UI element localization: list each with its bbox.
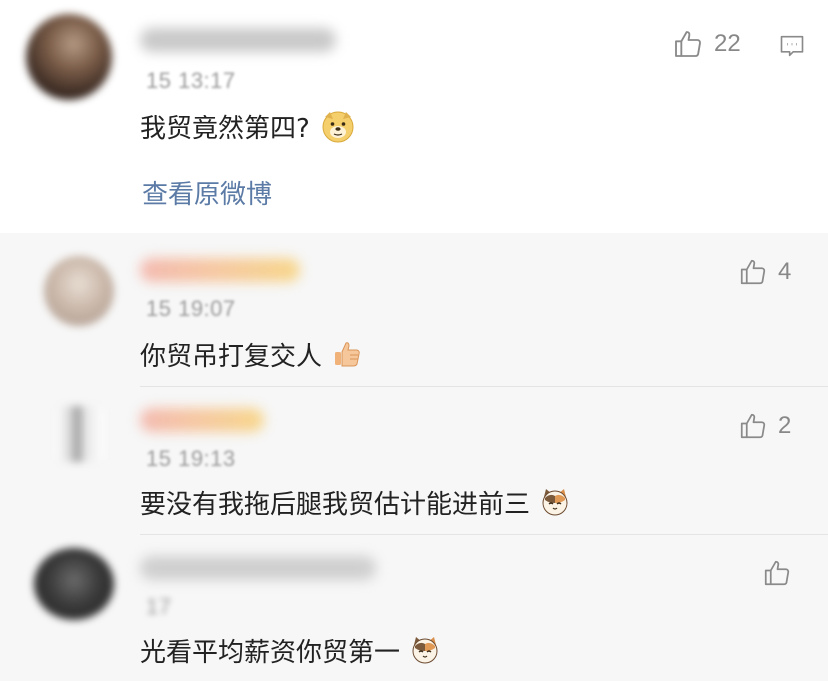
username-blurred[interactable] bbox=[140, 28, 336, 52]
comment-text-content: 我贸竟然第四? bbox=[140, 114, 310, 144]
thumbs-up-icon bbox=[764, 560, 790, 586]
comment-button[interactable] bbox=[778, 32, 806, 64]
thumbs-up-emoji-icon bbox=[332, 339, 362, 376]
reply-text-content: 要没有我拖后腿我贸估计能进前三 bbox=[140, 490, 531, 520]
cat-emoji-icon bbox=[410, 635, 440, 672]
replies-section bbox=[0, 233, 828, 681]
reply-text-content: 光看平均薪资你贸第一 bbox=[140, 638, 401, 668]
username-blurred[interactable] bbox=[140, 408, 264, 432]
thumbs-up-icon bbox=[740, 413, 766, 439]
username-blurred[interactable] bbox=[140, 258, 300, 282]
timestamp: 15 19:07 bbox=[146, 296, 236, 321]
divider bbox=[140, 386, 828, 387]
avatar[interactable] bbox=[44, 256, 114, 326]
like-count: 2 bbox=[778, 412, 792, 439]
like-button[interactable]: 4 bbox=[738, 257, 791, 287]
reply-text: 你贸吊打复交人 bbox=[140, 336, 362, 376]
like-count: 4 bbox=[778, 258, 792, 285]
username-blurred[interactable] bbox=[140, 556, 376, 580]
avatar[interactable] bbox=[56, 406, 104, 462]
main-comment: 15 13:17 22 我贸竟然第四? 查看原微博 bbox=[0, 0, 828, 233]
like-count: 22 bbox=[714, 30, 741, 57]
like-button[interactable] bbox=[762, 558, 802, 588]
thumbs-up-icon bbox=[740, 259, 766, 285]
comment-icon bbox=[780, 35, 804, 57]
doge-emoji-icon bbox=[320, 108, 356, 151]
timestamp: 15 13:17 bbox=[146, 68, 236, 93]
cat-emoji-icon bbox=[540, 487, 570, 524]
divider bbox=[140, 534, 828, 535]
like-button[interactable]: 2 bbox=[738, 411, 791, 441]
view-original-weibo-link[interactable]: 查看原微博 bbox=[142, 174, 272, 211]
reply-text: 要没有我拖后腿我贸估计能进前三 bbox=[140, 484, 570, 524]
reply-text-content: 你贸吊打复交人 bbox=[140, 342, 323, 372]
thumbs-up-icon bbox=[675, 31, 701, 57]
reply-text: 光看平均薪资你贸第一 bbox=[140, 632, 440, 672]
like-button[interactable]: 22 bbox=[672, 28, 741, 60]
comment-text: 我贸竟然第四? bbox=[140, 108, 356, 151]
avatar[interactable] bbox=[34, 548, 114, 620]
timestamp: 17 bbox=[146, 594, 172, 619]
timestamp: 15 19:13 bbox=[146, 446, 236, 471]
avatar[interactable] bbox=[26, 14, 112, 100]
